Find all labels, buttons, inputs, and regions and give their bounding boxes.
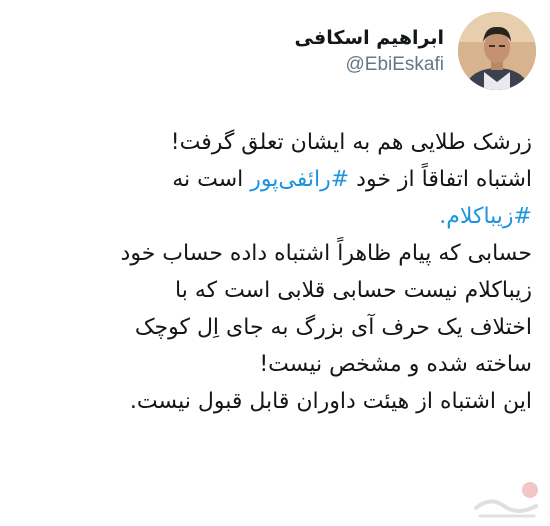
tweet-line-3: #زیباکلام. (14, 198, 532, 235)
tweet-line-2-end: است نه (172, 167, 244, 192)
tweet-line-2-start: اشتباه اتفاقاً از خود (356, 167, 532, 192)
user-handle[interactable]: @EbiEskafi (295, 52, 445, 78)
avatar[interactable] (458, 12, 536, 90)
tweet-line-5: زیباکلام نیست حسابی قلابی است که با (175, 278, 532, 303)
tweet-line-6: اختلاف یک حرف آی بزرگ به جای اِل کوچک (134, 315, 532, 340)
hashtag-link[interactable]: #زیباکلام. (439, 204, 532, 229)
tweet-author[interactable]: ابراهیم اسکافی @EbiEskafi (295, 12, 536, 90)
watermark-logo (470, 478, 544, 522)
tweet-line-7: ساخته شده و مشخص نیست! (259, 352, 532, 377)
tweet-line-2: اشتباه اتفاقاً از خود #رائفی‌پور است نه (14, 161, 532, 198)
tweet-card: ابراهیم اسکافی @EbiEskafi زرشک طلایی هم … (0, 0, 550, 526)
tweet-line-1: زرشک طلایی هم به ایشان تعلق گرفت! (170, 130, 532, 155)
author-names: ابراهیم اسکافی @EbiEskafi (295, 24, 444, 78)
tweet-line-8: این اشتباه از هیئت داوران قابل قبول نیست… (129, 389, 532, 414)
tweet-line-4: حسابی که پیام ظاهراً اشتباه داده حساب خو… (120, 241, 532, 266)
hashtag-link[interactable]: #رائفی‌پور (250, 167, 349, 192)
tweet-text: زرشک طلایی هم به ایشان تعلق گرفت! اشتباه… (14, 124, 532, 420)
display-name[interactable]: ابراهیم اسکافی (295, 24, 444, 52)
